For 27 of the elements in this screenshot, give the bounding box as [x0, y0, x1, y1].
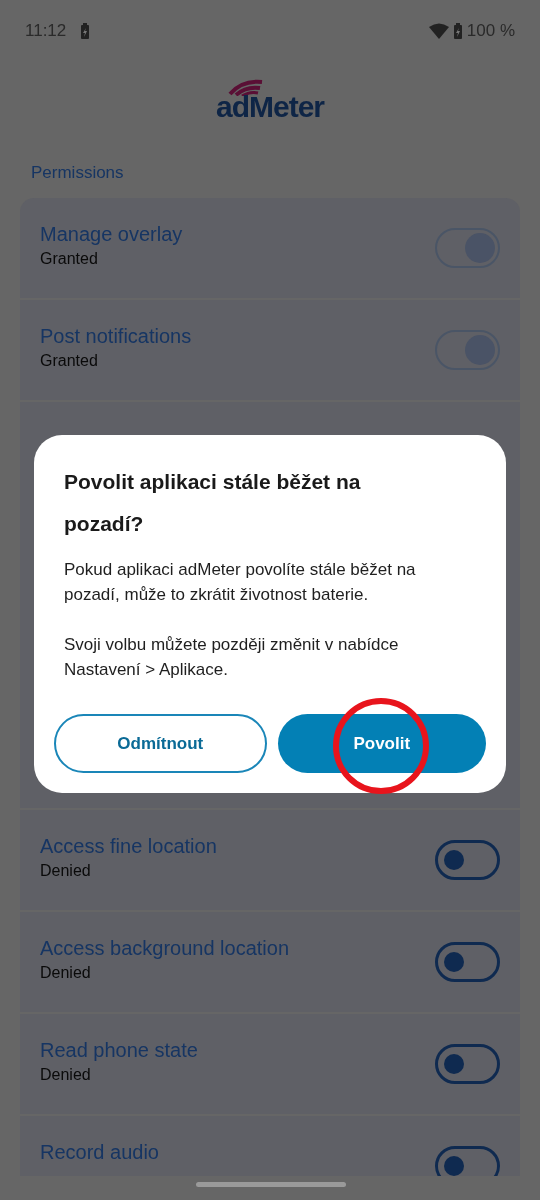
- clock-time: 11:12: [25, 20, 67, 43]
- allow-button[interactable]: Povolit: [277, 714, 486, 773]
- battery-percentage: 100 %: [466, 20, 515, 43]
- toggle-switch[interactable]: [435, 839, 500, 880]
- dialog-message: Svoji volbu můžete později změnit v nabídce Nastavení > Aplikace.: [64, 634, 400, 681]
- permission-name: Manage overlay: [40, 221, 183, 247]
- toggle-switch[interactable]: [435, 941, 500, 982]
- permission-status: Denied: [40, 962, 92, 983]
- deny-button[interactable]: Odmítnout: [54, 714, 267, 773]
- permission-status: Granted: [40, 248, 99, 269]
- permission-status: Granted: [40, 350, 99, 371]
- permission-status: Denied: [40, 860, 92, 881]
- permission-name: Record audio: [40, 1139, 159, 1165]
- battery-charging-icon: [452, 23, 463, 39]
- app-logo: adMeter: [215, 78, 324, 138]
- permission-name: Access fine location: [40, 833, 217, 859]
- permission-name: Access background location: [40, 935, 290, 961]
- permission-status: Denied: [40, 1064, 92, 1085]
- dialog-message: Pokud aplikaci adMeter povolíte stále běžet na pozadí, může to zkrátit životnost baterie.: [64, 559, 417, 606]
- wifi-icon: [428, 23, 449, 39]
- dialog-title: Povolit aplikaci stále běžet na pozadí?: [64, 469, 362, 537]
- permission-name: Read phone state: [40, 1037, 198, 1063]
- permission-name: Post notifications: [40, 323, 192, 349]
- toggle-switch[interactable]: [435, 1043, 500, 1084]
- battery-charging-icon: [80, 23, 91, 39]
- section-title: Permissions: [31, 162, 124, 184]
- toggle-switch[interactable]: [435, 1145, 500, 1176]
